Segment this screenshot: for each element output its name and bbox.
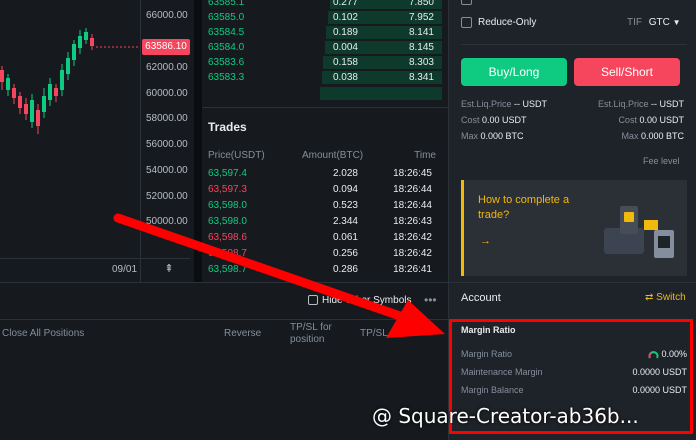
annotation-arrow-head (386, 300, 445, 338)
annotation-arrow-shaft (113, 213, 405, 321)
watermark: @ Square-Creator-ab36b... (372, 404, 639, 428)
